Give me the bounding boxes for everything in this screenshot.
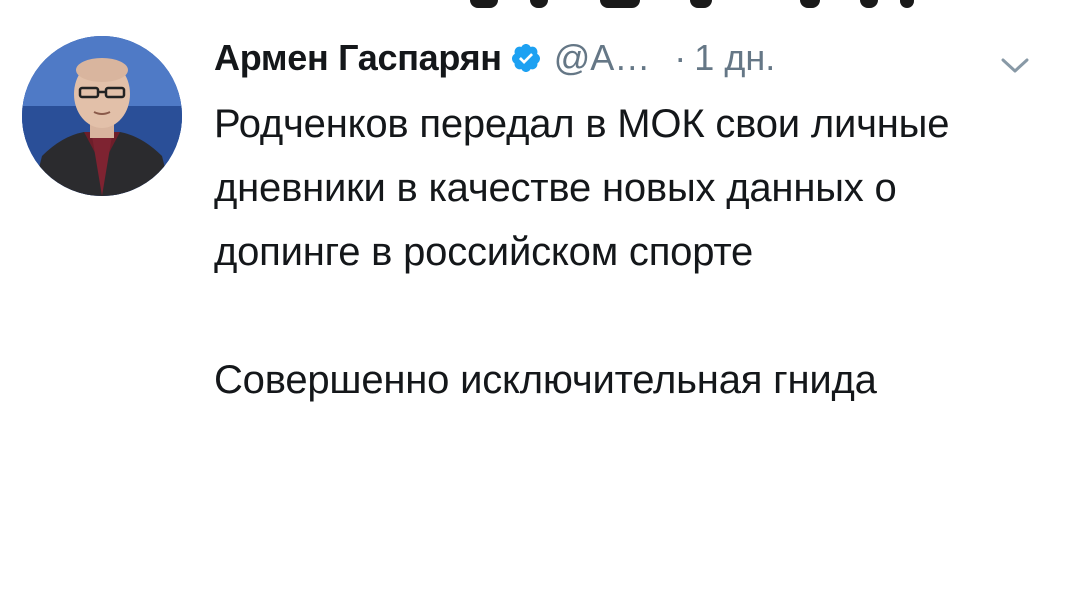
tweet[interactable]: Армен Гаспарян @А… · 1 дн. Родченков пер…	[0, 0, 1065, 592]
author-name[interactable]: Армен Гаспарян	[214, 37, 502, 79]
tweet-header: Армен Гаспарян @А… · 1 дн.	[214, 28, 1054, 88]
verified-badge-icon	[510, 42, 542, 74]
chevron-down-icon[interactable]	[1000, 56, 1030, 76]
tweet-text: Родченков передал в МОК свои личные днев…	[214, 92, 1034, 412]
header-separator: ·	[674, 37, 687, 78]
tweet-text-paragraph: Родченков передал в МОК свои личные днев…	[214, 102, 950, 274]
tweet-text-paragraph: Совершенно исключительная гнида	[214, 358, 877, 402]
tweet-timestamp[interactable]: 1 дн.	[694, 37, 775, 79]
avatar[interactable]	[22, 36, 182, 196]
author-handle[interactable]: @А…	[554, 37, 651, 79]
